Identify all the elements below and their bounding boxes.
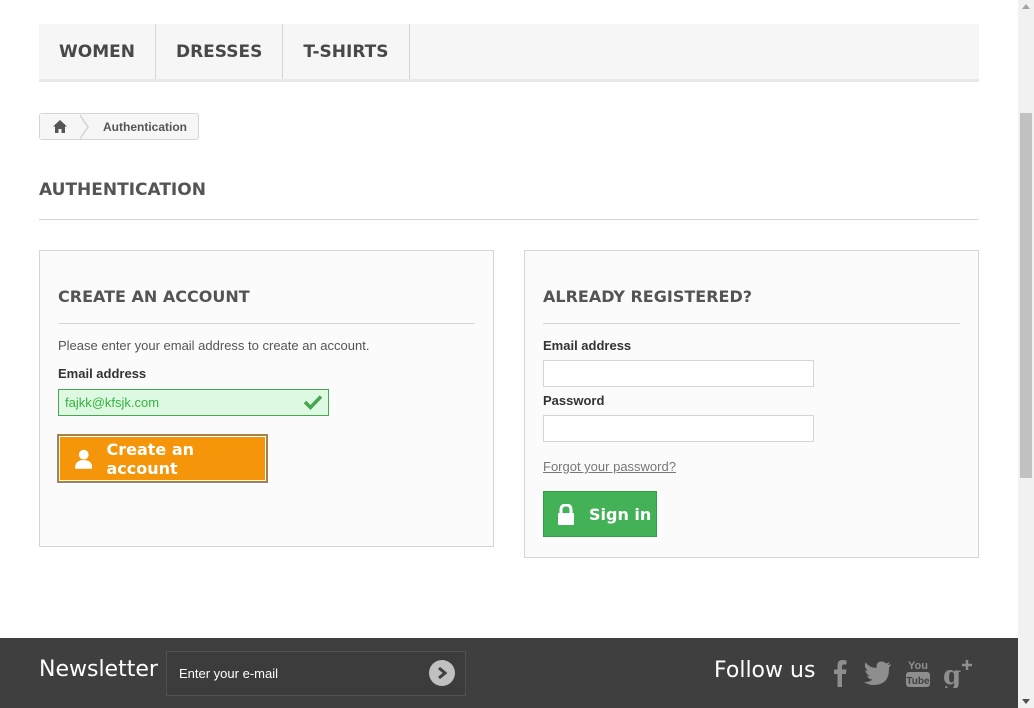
create-email-input[interactable]: fajkk@kfsjk.com: [58, 389, 329, 416]
newsletter-input[interactable]: Enter your e-mail: [166, 651, 466, 696]
menu-item-dresses[interactable]: DRESSES: [156, 24, 284, 79]
newsletter-title: Newsletter: [39, 657, 158, 682]
chevron-right-icon: [438, 667, 448, 679]
login-email-label: Email address: [543, 338, 632, 353]
follow-us-title: Follow us: [714, 658, 816, 683]
google-plus-icon[interactable]: g: [943, 658, 973, 688]
login-form: ALREADY REGISTERED? Email address Passwo…: [524, 250, 979, 558]
svg-text:g: g: [943, 661, 961, 688]
lock-icon: [558, 503, 574, 525]
login-password-label: Password: [543, 393, 605, 408]
login-email-input[interactable]: [543, 360, 814, 387]
breadcrumb-current: Authentication: [103, 119, 187, 134]
top-menu: WOMEN DRESSES T-SHIRTS: [39, 24, 979, 82]
breadcrumb-home-link[interactable]: [40, 114, 80, 139]
menu-item-women[interactable]: WOMEN: [39, 24, 156, 79]
scroll-down-arrow-icon[interactable]: [1022, 699, 1030, 704]
create-account-form: CREATE AN ACCOUNT Please enter your emai…: [39, 250, 494, 547]
svg-text:Tube: Tube: [906, 676, 930, 687]
svg-text:You: You: [908, 660, 928, 672]
forgot-password-link[interactable]: Forgot your password?: [543, 459, 676, 474]
newsletter-submit-button[interactable]: [429, 660, 455, 686]
scrollbar-thumb[interactable]: [1020, 113, 1032, 478]
footer: Newsletter Enter your e-mail Follow us Y…: [0, 638, 1018, 708]
create-account-title: CREATE AN ACCOUNT: [58, 287, 475, 324]
breadcrumb: Authentication: [39, 113, 199, 140]
newsletter-placeholder: Enter your e-mail: [179, 666, 278, 681]
facebook-icon[interactable]: [825, 658, 855, 688]
user-icon: [75, 449, 93, 469]
home-icon: [53, 120, 67, 133]
create-account-instructions: Please enter your email address to creat…: [58, 338, 370, 353]
login-title: ALREADY REGISTERED?: [543, 287, 960, 324]
sign-in-button[interactable]: Sign in: [543, 491, 657, 537]
scroll-up-arrow-icon[interactable]: [1022, 4, 1030, 9]
create-account-button-label: Create an account: [106, 439, 195, 478]
create-email-value: fajkk@kfsjk.com: [65, 395, 160, 410]
create-email-label: Email address: [58, 366, 147, 381]
login-password-input[interactable]: [543, 415, 814, 442]
page-title: AUTHENTICATION: [39, 180, 979, 220]
breadcrumb-separator: [79, 113, 89, 140]
create-account-button[interactable]: Create an account: [58, 435, 267, 482]
menu-item-tshirts[interactable]: T-SHIRTS: [283, 24, 410, 79]
twitter-icon[interactable]: [863, 658, 893, 688]
vertical-scrollbar[interactable]: [1018, 0, 1034, 708]
youtube-icon[interactable]: You Tube: [903, 658, 933, 688]
sign-in-button-label: Sign in: [589, 504, 652, 524]
check-icon: [304, 395, 322, 410]
